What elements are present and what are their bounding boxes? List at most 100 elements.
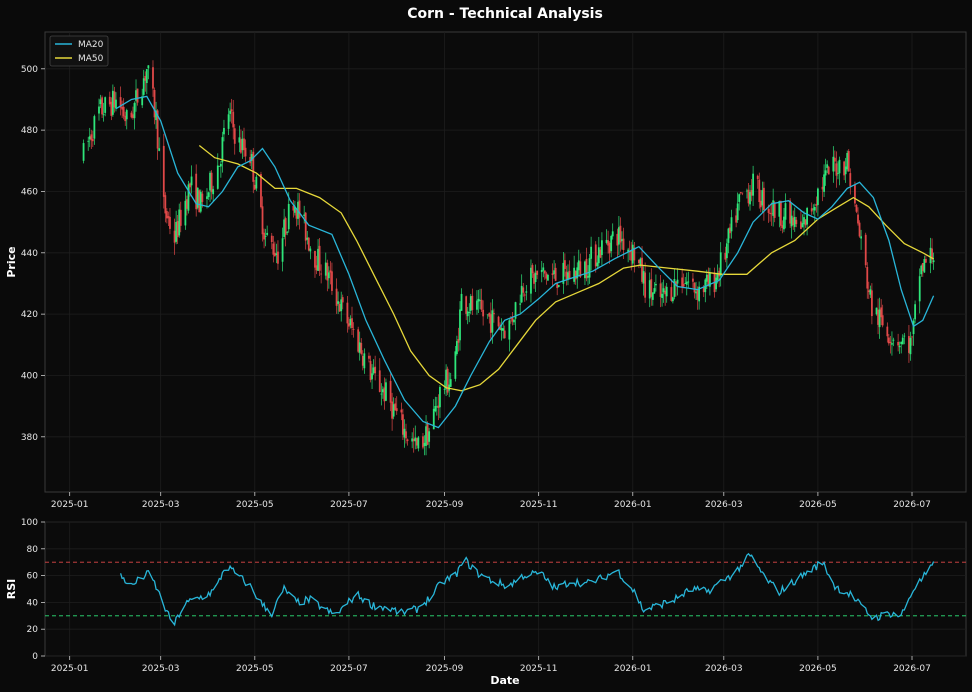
candle-body [823,174,825,192]
candle-body [389,380,392,403]
candle-body [587,276,589,278]
candle-body [210,172,213,193]
candle-body [909,337,912,355]
candle-body [750,190,753,196]
candle-body [338,304,341,312]
candle-body [175,221,178,242]
price-y-tick-label: 380 [21,433,38,443]
candle-body [763,187,765,211]
rsi-y-tick-label: 100 [21,518,38,528]
candle-body [412,438,415,442]
candle-body [295,209,298,219]
price-x-tick-label: 2025-01 [51,500,89,510]
candle-body [605,239,608,243]
candle-body [198,190,201,213]
candle-body [90,134,93,141]
candle-body [716,273,719,281]
candle-body [920,265,923,275]
candle-body [790,215,793,227]
candle-body [348,323,350,327]
candle-body [584,261,586,279]
candle-body [565,271,568,280]
candle-body [260,174,262,208]
candle-body [867,290,870,293]
rsi-y-tick-label: 60 [27,572,39,582]
price-y-tick-label: 400 [21,371,38,381]
candle-body [574,270,577,280]
candle-body [468,311,471,313]
candle-body [232,111,235,128]
rsi-x-tick-label: 2026-07 [893,664,931,674]
candle-body [113,91,116,108]
candle-body [800,221,802,229]
candle-body [619,225,622,243]
candle-body [152,67,154,89]
candle-body [761,190,764,206]
candle-body [530,267,532,294]
candle-body [153,90,156,118]
candle-body [417,437,420,449]
candle-body [816,188,819,205]
price-y-tick-label: 480 [21,126,38,136]
candle-body [778,200,781,217]
candle-body [341,297,344,303]
candle-body [921,262,924,271]
rsi-axis-label: RSI [5,579,18,600]
candle-body [357,329,360,352]
candle-body [685,281,688,285]
candle-body [446,368,449,393]
rsi-x-tick-label: 2025-09 [426,664,464,674]
candle-body [857,214,859,224]
candle-body [190,176,193,186]
candle-body [687,281,690,283]
candle-body [653,288,656,294]
rsi-x-ticks: 2025-01 2025-03 2025-05 2025-07 2025-09 2025-… [51,656,931,674]
legend-ma20-label: MA20 [78,40,104,50]
candle-body [358,342,361,353]
candle-body [911,336,913,338]
price-axis-label: Price [5,246,18,277]
candle-body [165,211,168,219]
candle-body [693,282,696,293]
candle-body [270,235,273,243]
candle-body [792,217,795,226]
candle-body [314,250,316,268]
candle-body [594,244,597,267]
candle-body [125,110,128,120]
candle-body [176,221,179,238]
candle-body [82,143,85,161]
candle-body [670,287,673,301]
candle-body [277,251,279,264]
candle-body [681,277,684,288]
candle-body [329,270,332,273]
candle-body [184,200,187,226]
candle-body [121,106,124,110]
candle-body [264,236,267,237]
candle-body [596,262,599,267]
candle-body [725,243,728,259]
candle-body [597,247,600,264]
candle-body [929,247,932,264]
candle-body [368,355,370,359]
rsi-x-tick-label: 2025-03 [142,664,180,674]
candle-body [630,250,633,261]
candle-body [568,270,571,279]
candle-body [801,223,804,228]
candle-body [465,296,468,314]
candle-body [513,319,515,323]
candle-body [897,341,900,346]
candle-body [650,279,653,297]
candle-body [491,310,494,333]
candle-body [371,373,373,380]
candle-body [87,140,90,142]
candle-body [400,409,403,413]
candle-body [88,136,91,140]
candle-body [479,300,481,301]
rsi-y-tick-label: 20 [27,625,39,635]
candle-body [631,244,634,264]
candle-body [520,285,523,303]
candle-body [283,219,286,237]
candle-body [806,208,809,225]
candle-body [243,138,245,151]
candle-body [352,329,355,330]
